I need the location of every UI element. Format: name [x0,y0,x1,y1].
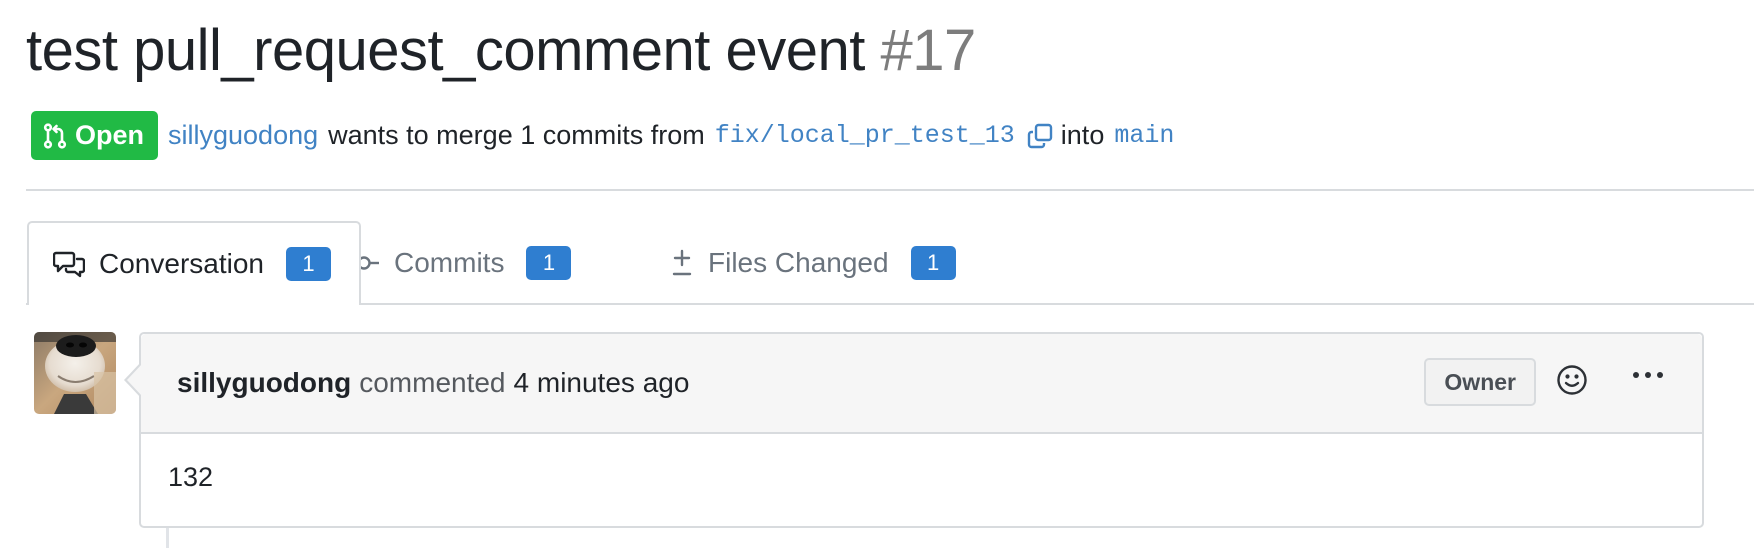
merge-text: wants to merge 1 commits from [328,120,705,150]
status-label: Open [75,120,145,150]
diff-icon [670,248,694,278]
avatar[interactable] [34,332,116,414]
pr-title-text: test pull_request_comment event [26,18,865,83]
pr-number: #17 [880,18,977,83]
timeline-line [166,528,169,548]
conversation-icon [53,250,85,278]
pr-title: test pull_request_comment event #17 [26,18,976,85]
base-branch-link[interactable]: main [1114,121,1174,150]
pr-meta: Open sillyguodong wants to merge 1 commi… [31,111,1174,160]
tab-files-changed-count: 1 [910,246,956,280]
tab-conversation-label: Conversation [99,248,264,279]
tab-files-changed[interactable]: Files Changed 1 [670,221,956,305]
kebab-horizontal-icon[interactable] [1632,364,1664,396]
tab-commits[interactable]: Commits 1 [348,221,572,305]
into-text: into [1060,120,1105,150]
comment-author-link[interactable]: sillyguodong [177,367,351,399]
owner-badge: Owner [1424,358,1536,406]
status-badge: Open [31,111,159,160]
tab-conversation-count: 1 [285,247,331,281]
divider [26,189,1754,191]
tab-commits-label: Commits [394,247,505,278]
pr-author-link[interactable]: sillyguodong [168,120,318,151]
smiley-icon[interactable] [1556,364,1588,396]
comment-box: sillyguodong commented 4 minutes ago Own… [139,332,1704,528]
tab-commits-count: 1 [526,246,572,280]
git-pull-request-icon [43,122,67,149]
copy-icon[interactable] [1027,123,1053,149]
comment-header: sillyguodong commented 4 minutes ago Own… [141,334,1702,434]
comment-action: commented [359,367,506,398]
head-branch-link[interactable]: fix/local_pr_test_13 [715,121,1015,150]
comment-time[interactable]: 4 minutes ago [514,367,690,399]
comment-body: 132 [168,462,214,492]
tab-files-changed-label: Files Changed [708,247,889,278]
tab-conversation[interactable]: Conversation 1 [27,221,361,305]
comment-arrow-fill [127,364,142,396]
